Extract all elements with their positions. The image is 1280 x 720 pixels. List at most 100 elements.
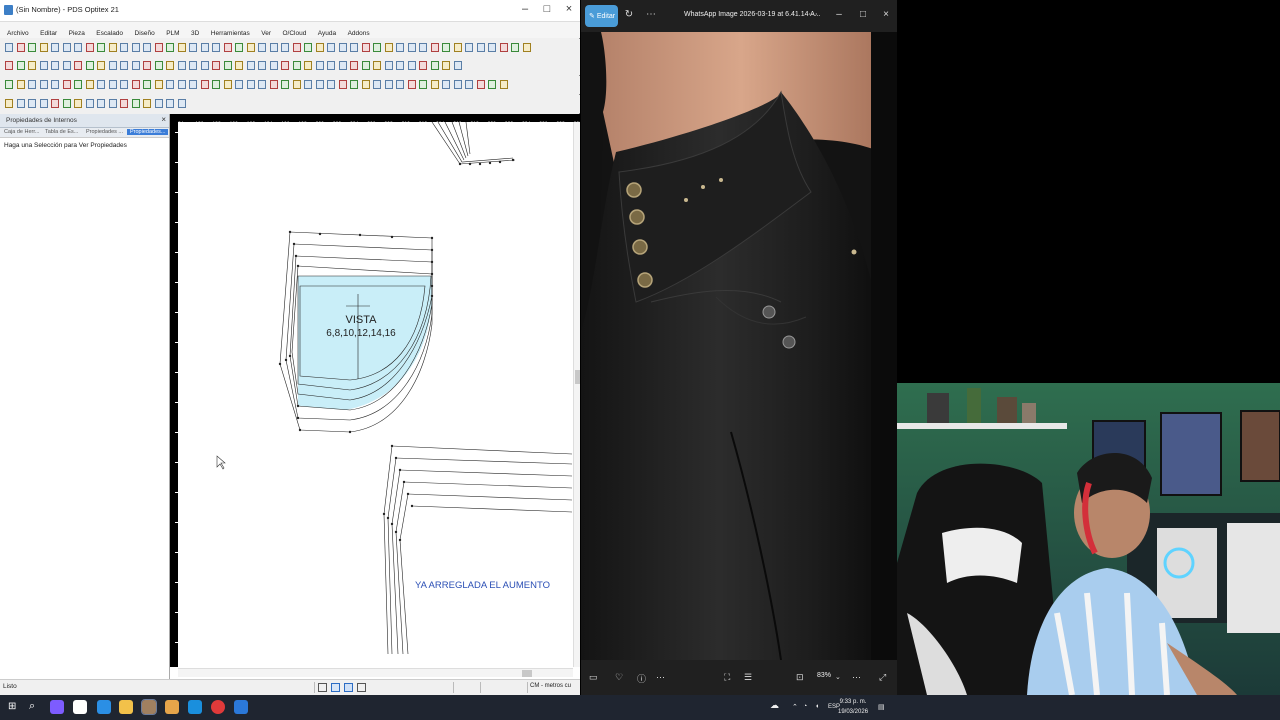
toolbar-tool-icon[interactable] — [442, 80, 450, 89]
toolbar-tool-icon[interactable] — [258, 43, 266, 52]
toolbar-tool-icon[interactable] — [453, 61, 462, 70]
toolbar-tool-icon[interactable] — [120, 99, 128, 108]
menu-archivo[interactable]: Archivo — [7, 30, 29, 37]
toolbar-tool-icon[interactable] — [51, 61, 59, 70]
menu-diseno[interactable]: Diseño — [135, 30, 155, 37]
toolbar-tool-icon[interactable] — [120, 80, 128, 89]
toolbar-tool-icon[interactable] — [419, 61, 427, 70]
viewer-close-icon[interactable]: × — [878, 9, 894, 20]
zoom-chevron-down-icon[interactable]: ⌄ — [835, 673, 841, 681]
copilot-icon[interactable] — [50, 700, 64, 714]
toolbar-tool-icon[interactable] — [511, 43, 519, 52]
toolbar-tool-icon[interactable] — [189, 80, 197, 89]
weather-icon[interactable]: ☁ — [770, 700, 779, 711]
toolbar-tool-icon[interactable] — [62, 80, 71, 89]
toolbar-tool-icon[interactable] — [246, 61, 255, 70]
viewer-bottom-more-icon[interactable]: ⋯ — [656, 672, 665, 683]
toolbar-tool-icon[interactable] — [338, 80, 347, 89]
toolbar-tool-icon[interactable] — [361, 61, 370, 70]
toolbar-tool-icon[interactable] — [200, 43, 209, 52]
toolbar-tool-icon[interactable] — [292, 43, 301, 52]
expand-icon[interactable]: ⤢ — [879, 672, 886, 683]
toolbar-tool-icon[interactable] — [384, 43, 393, 52]
toolbar-tool-icon[interactable] — [430, 43, 439, 52]
menu-plm[interactable]: PLM — [166, 30, 179, 37]
edge-icon[interactable] — [97, 700, 111, 714]
more-icon[interactable]: ⋯ — [643, 9, 659, 20]
toolbar-tool-icon[interactable] — [476, 43, 485, 52]
toolbar-tool-icon[interactable] — [51, 43, 59, 52]
toolbar-tool-icon[interactable] — [143, 43, 151, 52]
toolbar-tool-icon[interactable] — [51, 80, 59, 89]
edit-button[interactable]: ✎ Editar — [585, 5, 618, 27]
crop-icon[interactable]: ⛶ — [724, 672, 730, 683]
toolbar-tool-icon[interactable] — [384, 80, 393, 89]
toolbar-tool-icon[interactable] — [5, 80, 13, 89]
toolbar-tool-icon[interactable] — [304, 80, 312, 89]
toolbar-tool-icon[interactable] — [235, 80, 243, 89]
browser-icon[interactable] — [188, 700, 202, 714]
toolbar-tool-icon[interactable] — [327, 80, 335, 89]
toolbar-tool-icon[interactable] — [108, 99, 117, 108]
toolbar-tool-icon[interactable] — [74, 43, 82, 52]
toolbar-tool-icon[interactable] — [108, 61, 117, 70]
toolbar-tool-icon[interactable] — [488, 43, 496, 52]
toolbar-tool-icon[interactable] — [430, 61, 439, 70]
toolbar-tool-icon[interactable] — [361, 80, 370, 89]
toolbar-tool-icon[interactable] — [131, 43, 140, 52]
toolbar-tool-icon[interactable] — [304, 61, 312, 70]
menu-ocloud[interactable]: O/Cloud — [282, 30, 306, 37]
toolbar-tool-icon[interactable] — [189, 61, 197, 70]
start-icon[interactable]: ⊞ — [8, 701, 16, 712]
toolbar-tool-icon[interactable] — [327, 61, 335, 70]
toolbar-tool-icon[interactable] — [108, 43, 117, 52]
toolbar-tool-icon[interactable] — [223, 61, 232, 70]
toolbar-tool-icon[interactable] — [189, 43, 197, 52]
toolbar-tool-icon[interactable] — [384, 61, 393, 70]
toolbar-tool-icon[interactable] — [85, 99, 94, 108]
toolbar-tool-icon[interactable] — [154, 80, 163, 89]
toolbar-tool-icon[interactable] — [396, 61, 404, 70]
toolbar-tool-icon[interactable] — [143, 99, 151, 108]
toolbar-tool-icon[interactable] — [442, 43, 450, 52]
toolbar-tool-icon[interactable] — [327, 43, 335, 52]
toolbar-tool-icon[interactable] — [28, 80, 36, 89]
chrome-icon[interactable] — [211, 700, 225, 714]
toolbar-tool-icon[interactable] — [350, 43, 358, 52]
toolbar-tool-icon[interactable] — [143, 80, 151, 89]
tab-caja-herramientas[interactable]: Caja de Herr... — [4, 129, 39, 135]
tab-propiedades-1[interactable]: Propiedades ... — [86, 129, 123, 135]
toolbar-tool-icon[interactable] — [97, 43, 105, 52]
toolbar-tool-icon[interactable] — [361, 43, 370, 52]
filmstrip-icon[interactable]: ▭ — [589, 672, 598, 683]
menu-ayuda[interactable]: Ayuda — [318, 30, 336, 37]
toolbar-tool-icon[interactable] — [51, 99, 59, 108]
vertical-scroll-thumb[interactable] — [575, 370, 580, 384]
toolbar-tool-icon[interactable] — [338, 61, 347, 70]
photos-icon[interactable] — [234, 700, 248, 714]
vertical-scrollbar[interactable] — [573, 122, 580, 667]
toolbar-tool-icon[interactable] — [269, 61, 278, 70]
toolbar-tool-icon[interactable] — [28, 61, 36, 70]
viewer-maximize-icon[interactable]: □ — [855, 9, 871, 20]
horizontal-scrollbar[interactable] — [178, 668, 573, 677]
toolbar-tool-icon[interactable] — [292, 80, 301, 89]
toolbar-tool-icon[interactable] — [465, 80, 473, 89]
toolbar-tool-icon[interactable] — [281, 61, 289, 70]
toolbar-tool-icon[interactable] — [143, 61, 151, 70]
toolbar-tool-icon[interactable] — [465, 43, 473, 52]
toolbar-tool-icon[interactable] — [108, 80, 117, 89]
minimize-icon[interactable]: – — [515, 3, 535, 15]
zoom-level[interactable]: 83% — [817, 672, 831, 679]
toolbar-tool-icon[interactable] — [419, 80, 427, 89]
toolbar-tool-icon[interactable] — [154, 43, 163, 52]
info-icon[interactable]: ⓘ — [637, 672, 646, 685]
toolbar-tool-icon[interactable] — [499, 43, 508, 52]
close-icon[interactable]: × — [559, 3, 579, 15]
toolbar-tool-icon[interactable] — [269, 80, 278, 89]
toolbar-tool-icon[interactable] — [258, 61, 266, 70]
menu-addons[interactable]: Addons — [348, 30, 370, 37]
toolbar-tool-icon[interactable] — [235, 61, 243, 70]
toolbar-tool-icon[interactable] — [5, 99, 13, 108]
viewer-minimize-icon[interactable]: – — [831, 9, 847, 20]
